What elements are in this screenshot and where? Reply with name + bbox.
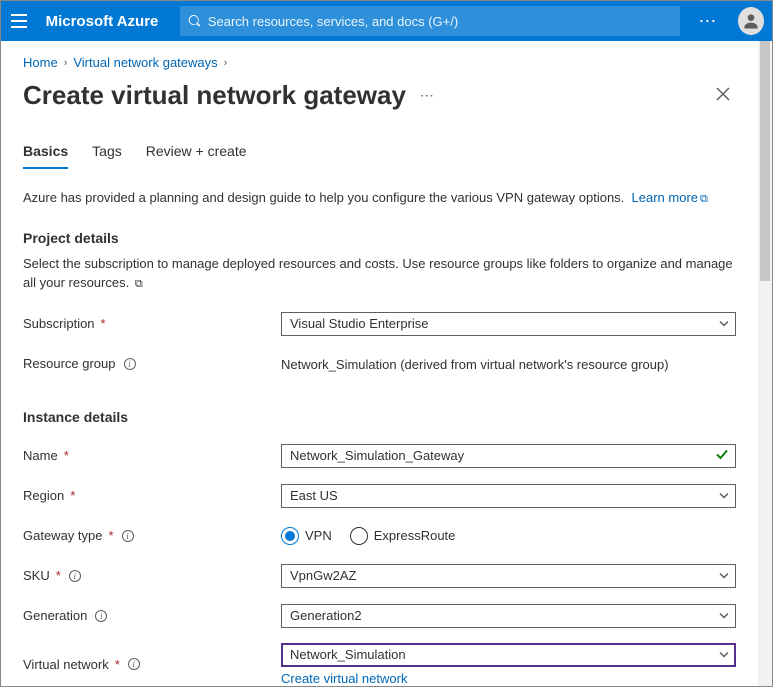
- resource-group-value: Network_Simulation (derived from virtual…: [281, 355, 736, 372]
- sku-select[interactable]: VpnGw2AZ: [281, 564, 736, 588]
- subscription-select[interactable]: Visual Studio Enterprise: [281, 312, 736, 336]
- breadcrumb: Home › Virtual network gateways ›: [23, 55, 736, 70]
- intro-text: Azure has provided a planning and design…: [23, 188, 736, 208]
- top-bar: Microsoft Azure ⋯: [1, 1, 772, 41]
- subscription-label: Subscription*: [23, 316, 281, 331]
- sku-label: SKU* i: [23, 568, 281, 583]
- name-input[interactable]: Network_Simulation_Gateway: [281, 444, 736, 468]
- external-link-icon: ⧉: [700, 193, 708, 205]
- gateway-type-vpn-radio[interactable]: VPN: [281, 527, 332, 545]
- topbar-more-button[interactable]: ⋯: [688, 11, 728, 32]
- chevron-down-icon: [719, 610, 729, 620]
- gateway-type-expressroute-radio[interactable]: ExpressRoute: [350, 527, 456, 545]
- hamburger-menu-button[interactable]: [1, 1, 38, 41]
- chevron-right-icon: ›: [64, 57, 68, 69]
- region-value: East US: [290, 488, 338, 503]
- info-icon[interactable]: i: [95, 610, 107, 622]
- vertical-scrollbar[interactable]: [758, 41, 772, 686]
- region-select[interactable]: East US: [281, 484, 736, 508]
- breadcrumb-vnet-gateways[interactable]: Virtual network gateways: [73, 55, 217, 70]
- tab-tags[interactable]: Tags: [92, 139, 122, 169]
- name-label: Name*: [23, 448, 281, 463]
- chevron-down-icon: [719, 570, 729, 580]
- person-icon: [741, 11, 761, 31]
- vnet-value: Network_Simulation: [290, 647, 406, 662]
- info-icon[interactable]: i: [128, 658, 140, 670]
- brand-label: Microsoft Azure: [42, 13, 177, 30]
- project-details-heading: Project details: [23, 230, 736, 246]
- chevron-down-icon: [719, 490, 729, 500]
- create-vnet-link[interactable]: Create virtual network: [281, 671, 736, 686]
- title-more-button[interactable]: ⋯: [420, 87, 436, 104]
- instance-details-heading: Instance details: [23, 409, 736, 425]
- hamburger-icon: [11, 14, 27, 28]
- learn-more-link[interactable]: Learn more⧉: [632, 190, 708, 205]
- gateway-type-label: Gateway type* i: [23, 528, 281, 543]
- global-search-input[interactable]: [208, 14, 673, 29]
- external-link-icon: ⧉: [135, 278, 143, 290]
- generation-value: Generation2: [290, 608, 362, 623]
- global-search[interactable]: [180, 6, 680, 36]
- chevron-down-icon: [719, 649, 729, 659]
- info-icon[interactable]: i: [124, 358, 136, 370]
- search-icon: [188, 14, 201, 28]
- info-icon[interactable]: i: [122, 530, 134, 542]
- close-icon: [716, 87, 730, 101]
- name-value: Network_Simulation_Gateway: [290, 448, 464, 463]
- gateway-type-radio-group: VPN ExpressRoute: [281, 527, 736, 545]
- breadcrumb-home[interactable]: Home: [23, 55, 58, 70]
- resource-group-label: Resource group i: [23, 356, 281, 371]
- vnet-label: Virtual network* i: [23, 657, 281, 672]
- chevron-down-icon: [719, 318, 729, 328]
- close-button[interactable]: [710, 81, 736, 110]
- subscription-value: Visual Studio Enterprise: [290, 316, 429, 331]
- vnet-select[interactable]: Network_Simulation: [281, 643, 736, 667]
- main-content: Home › Virtual network gateways › Create…: [1, 41, 758, 686]
- tab-review-create[interactable]: Review + create: [146, 139, 247, 169]
- scrollbar-thumb[interactable]: [760, 41, 770, 281]
- sku-value: VpnGw2AZ: [290, 568, 356, 583]
- chevron-right-icon: ›: [224, 57, 228, 69]
- generation-select[interactable]: Generation2: [281, 604, 736, 628]
- region-label: Region*: [23, 488, 281, 503]
- page-title: Create virtual network gateway: [23, 80, 406, 111]
- user-avatar[interactable]: [738, 7, 764, 35]
- title-row: Create virtual network gateway ⋯: [23, 80, 736, 111]
- tab-basics[interactable]: Basics: [23, 139, 68, 169]
- project-details-desc: Select the subscription to manage deploy…: [23, 254, 736, 293]
- info-icon[interactable]: i: [69, 570, 81, 582]
- intro-body: Azure has provided a planning and design…: [23, 190, 624, 205]
- checkmark-icon: [715, 447, 729, 461]
- tabs: Basics Tags Review + create: [23, 139, 736, 170]
- generation-label: Generation i: [23, 608, 281, 623]
